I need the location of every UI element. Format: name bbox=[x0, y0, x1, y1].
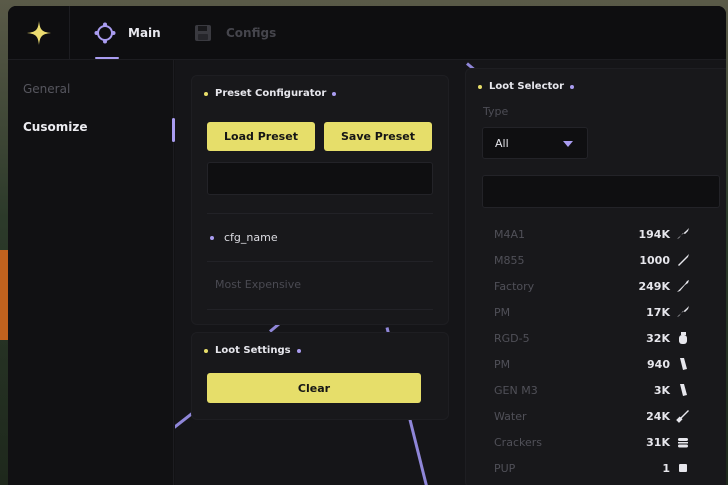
loot-selector-title: Loot Selector bbox=[478, 81, 575, 92]
tab-main-label: Main bbox=[128, 26, 161, 40]
loot-price: 17K bbox=[646, 305, 670, 319]
active-tab-indicator bbox=[95, 57, 119, 59]
chevron-down-icon bbox=[563, 141, 573, 147]
top-bar: Main Configs bbox=[8, 6, 726, 60]
loot-name: Factory bbox=[494, 279, 535, 293]
list-item[interactable]: M4A1 194K bbox=[482, 221, 712, 247]
main-content: Preset Configurator Load Preset Save Pre… bbox=[175, 60, 726, 485]
logo bbox=[8, 6, 70, 60]
preset-configurator-title-text: Preset Configurator bbox=[215, 88, 327, 99]
list-item[interactable]: GEN M3 3K bbox=[482, 377, 712, 403]
tab-main[interactable]: Main bbox=[94, 6, 161, 60]
loot-price: 940 bbox=[647, 357, 670, 371]
loot-search-input[interactable] bbox=[482, 175, 720, 208]
preset-name-input[interactable] bbox=[207, 162, 433, 195]
loot-price: 1 bbox=[662, 461, 670, 475]
sidebar: General Cusomize bbox=[8, 60, 175, 485]
loot-price: 24K bbox=[646, 409, 670, 423]
config-item-cfg-name[interactable]: cfg_name bbox=[210, 231, 278, 244]
divider bbox=[207, 213, 433, 214]
loot-name: PUP bbox=[494, 461, 516, 475]
preset-configurator-title: Preset Configurator bbox=[204, 88, 337, 99]
pistol-icon bbox=[676, 305, 690, 319]
title-dot bbox=[570, 84, 575, 89]
load-preset-button[interactable]: Load Preset bbox=[207, 122, 315, 151]
item-icon bbox=[676, 461, 690, 475]
config-item-most-expensive[interactable]: Most Expensive bbox=[215, 278, 301, 291]
bullet-icon bbox=[676, 253, 690, 267]
loot-list: M4A1 194K M855 1000 Factory 249K PM 17K bbox=[482, 221, 712, 481]
rifle-icon bbox=[676, 227, 690, 241]
loot-price: 3K bbox=[653, 383, 670, 397]
selected-dot bbox=[210, 235, 214, 240]
loot-name: PM bbox=[494, 357, 511, 371]
tab-configs-label: Configs bbox=[226, 26, 277, 40]
loot-settings-title-text: Loot Settings bbox=[215, 345, 291, 356]
loot-selector-title-text: Loot Selector bbox=[489, 81, 565, 92]
list-item[interactable]: M855 1000 bbox=[482, 247, 712, 273]
config-item-label: cfg_name bbox=[224, 231, 278, 244]
food-icon bbox=[676, 435, 690, 449]
tab-configs[interactable]: Configs bbox=[192, 6, 276, 60]
clear-button[interactable]: Clear bbox=[207, 373, 421, 403]
loot-settings-panel: Loot Settings Clear bbox=[191, 332, 449, 420]
list-item[interactable]: PM 17K bbox=[482, 299, 712, 325]
loot-price: 1000 bbox=[639, 253, 670, 267]
save-preset-button[interactable]: Save Preset bbox=[324, 122, 432, 151]
floppy-disk-icon bbox=[192, 22, 214, 44]
loot-settings-title: Loot Settings bbox=[204, 345, 301, 356]
sidebar-item-general[interactable]: General bbox=[23, 82, 70, 96]
preset-configurator-panel: Preset Configurator Load Preset Save Pre… bbox=[191, 75, 449, 325]
title-dot bbox=[296, 348, 301, 353]
crosshair-icon bbox=[94, 22, 116, 44]
sidebar-item-customize[interactable]: Cusomize bbox=[23, 120, 87, 134]
loot-price: 31K bbox=[646, 435, 670, 449]
loot-name: Crackers bbox=[494, 435, 542, 449]
loot-name: M4A1 bbox=[494, 227, 526, 241]
rifle-icon bbox=[676, 279, 690, 293]
grenade-icon bbox=[676, 331, 690, 345]
loot-name: M855 bbox=[494, 253, 525, 267]
divider bbox=[207, 309, 433, 310]
title-dot bbox=[204, 348, 208, 353]
list-item[interactable]: Factory 249K bbox=[482, 273, 712, 299]
list-item[interactable]: PUP 1 bbox=[482, 455, 712, 481]
type-label: Type bbox=[483, 105, 509, 118]
bottle-icon bbox=[676, 409, 690, 423]
divider bbox=[207, 261, 433, 262]
loot-price: 249K bbox=[638, 279, 671, 293]
title-dot bbox=[332, 91, 337, 96]
loot-name: GEN M3 bbox=[494, 383, 538, 397]
loot-name: PM bbox=[494, 305, 511, 319]
list-item[interactable]: Water 24K bbox=[482, 403, 712, 429]
loot-name: RGD-5 bbox=[494, 331, 530, 345]
list-item[interactable]: RGD-5 32K bbox=[482, 325, 712, 351]
loot-selector-panel: Loot Selector Type All M4A1 194K M855 10… bbox=[465, 68, 726, 485]
loot-price: 194K bbox=[638, 227, 671, 241]
list-item[interactable]: PM 940 bbox=[482, 351, 712, 377]
loot-name: Water bbox=[494, 409, 527, 423]
magazine-icon bbox=[676, 383, 690, 397]
sparkle-icon bbox=[26, 21, 51, 45]
type-select-value: All bbox=[495, 136, 509, 150]
magazine-icon bbox=[676, 357, 690, 371]
type-select[interactable]: All bbox=[482, 127, 588, 159]
title-dot bbox=[204, 91, 208, 96]
title-dot bbox=[478, 84, 482, 89]
list-item[interactable]: Crackers 31K bbox=[482, 429, 712, 455]
loot-price: 32K bbox=[646, 331, 670, 345]
app-window: Main Configs General Cusomize Preset Con… bbox=[8, 6, 726, 485]
